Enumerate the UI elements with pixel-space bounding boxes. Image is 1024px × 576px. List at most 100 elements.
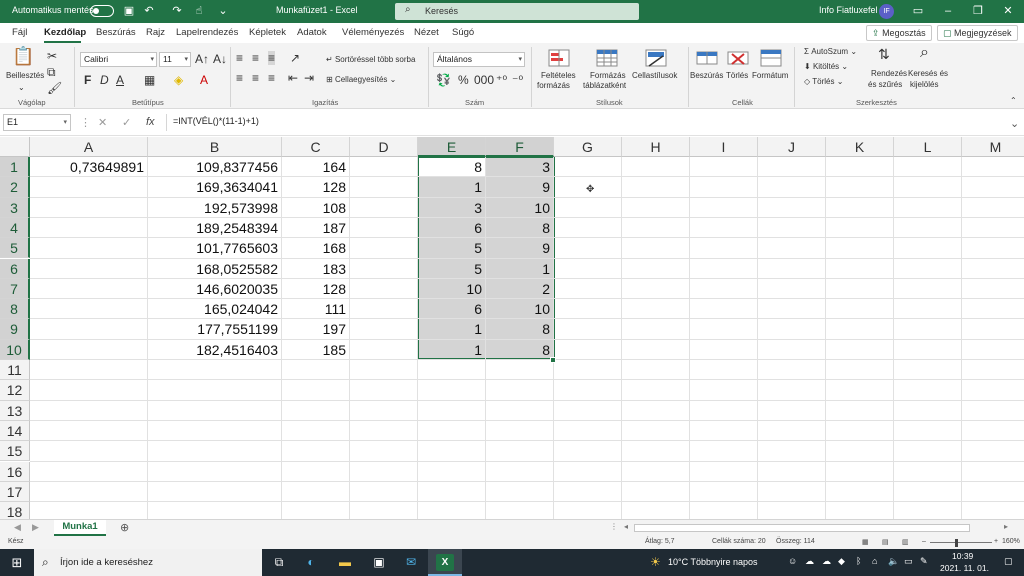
cell-f8[interactable]: 10	[486, 299, 554, 319]
column-header-a[interactable]: A	[30, 137, 148, 157]
tab-home[interactable]: Kezdőlap	[44, 27, 86, 38]
column-header-e[interactable]: E	[418, 137, 486, 157]
weather-text[interactable]: 10°C Többnyire napos	[668, 557, 758, 567]
cell-f2[interactable]: 9	[486, 177, 554, 197]
increase-font-icon[interactable]: A↑	[195, 52, 209, 66]
horizontal-scrollbar[interactable]	[634, 524, 970, 532]
clock-date[interactable]: 2021. 11. 01.	[940, 563, 989, 573]
spreadsheet-grid[interactable]: A B C D E F G H I J K L M 1 2 3 4 5 6 7 8 9 10 11 12 13 14 15 16 17 18…	[0, 137, 1024, 519]
find-select-icon[interactable]: ⌕	[920, 45, 929, 61]
column-header-i[interactable]: I	[690, 137, 758, 157]
autosum-button[interactable]: Σ AutoSzum ⌄	[804, 47, 857, 57]
touch-mode-icon[interactable]: ☝	[192, 4, 206, 18]
orientation-icon[interactable]: ↗	[290, 51, 300, 65]
fill-button[interactable]: ⬇ Kitöltés ⌄	[804, 62, 848, 72]
pen-icon[interactable]: ✎	[920, 556, 928, 567]
task-view-icon[interactable]: ⧉	[270, 554, 288, 571]
fill-handle[interactable]	[550, 357, 556, 363]
format-as-table-icon[interactable]	[596, 48, 618, 68]
zoom-in-icon[interactable]: +	[994, 538, 998, 545]
cell-f9[interactable]: 8	[486, 319, 554, 339]
network-icon[interactable]: ⌂	[872, 556, 877, 566]
align-center-icon[interactable]: ≡	[252, 71, 259, 85]
undo-icon[interactable]: ↶	[142, 4, 156, 18]
people-icon[interactable]: ☺	[788, 556, 797, 566]
paste-icon[interactable]: 📋	[12, 47, 34, 65]
cancel-icon[interactable]: ✕	[98, 116, 107, 129]
align-left-icon[interactable]: ≡	[236, 71, 243, 85]
column-header-b[interactable]: B	[148, 137, 282, 157]
redo-icon[interactable]: ↷	[170, 4, 184, 18]
sort-filter-label-2[interactable]: és szűrés	[868, 80, 902, 90]
cell-f6[interactable]: 1	[486, 259, 554, 279]
notifications-icon[interactable]: ▢	[1004, 556, 1013, 567]
collapse-ribbon-icon[interactable]: ⌃	[1010, 96, 1017, 106]
align-top-icon[interactable]: ≡	[236, 51, 243, 65]
status-average[interactable]: Átlag: 5,7	[645, 538, 675, 545]
cell-e10[interactable]: 1	[418, 340, 486, 360]
currency-icon[interactable]: 💱	[436, 73, 451, 87]
row-header-18[interactable]: 18	[0, 502, 30, 519]
save-icon[interactable]: ▣	[122, 4, 136, 18]
sheet-tab-munka1[interactable]: Munka1	[54, 520, 106, 536]
column-header-g[interactable]: G	[554, 137, 622, 157]
column-header-c[interactable]: C	[282, 137, 350, 157]
cut-icon[interactable]: ✂	[47, 49, 57, 63]
cell-e1[interactable]: 8	[418, 157, 486, 177]
cell-f4[interactable]: 8	[486, 218, 554, 238]
name-box[interactable]: E1 ▾	[3, 114, 71, 131]
cell-b3[interactable]: 192,573998	[148, 198, 282, 218]
format-as-table-label-1[interactable]: Formázás	[590, 71, 626, 81]
comments-button[interactable]: ▢ Megjegyzések	[937, 25, 1018, 41]
tab-view[interactable]: Nézet	[414, 27, 439, 38]
zoom-out-icon[interactable]: –	[922, 538, 926, 545]
clock-time[interactable]: 10:39	[952, 551, 973, 561]
row-header-8[interactable]: 8	[0, 299, 30, 320]
cell-f7[interactable]: 2	[486, 279, 554, 299]
ribbon-display-icon[interactable]: ▭	[910, 4, 926, 18]
align-bottom-icon[interactable]: ≡	[268, 51, 276, 65]
conditional-formatting-label-1[interactable]: Feltételes	[541, 71, 576, 81]
search-box[interactable]: ⌕ Keresés	[395, 3, 639, 20]
tab-formulas[interactable]: Képletek	[249, 27, 286, 38]
cell-b2[interactable]: 169,3634041	[148, 177, 282, 197]
cell-e2[interactable]: 1	[418, 177, 486, 197]
cell-styles-icon[interactable]	[645, 48, 667, 68]
add-sheet-icon[interactable]: ⊕	[120, 521, 129, 534]
cell-b10[interactable]: 182,4516403	[148, 340, 282, 360]
bold-button[interactable]: F	[84, 73, 91, 87]
cloud-sync-icon[interactable]: ☁	[822, 556, 831, 567]
excel-icon[interactable]: X	[436, 554, 454, 571]
fill-color-icon[interactable]: ◈	[174, 73, 183, 87]
row-header-2[interactable]: 2	[0, 177, 30, 198]
indent-icon[interactable]: ⇤	[288, 71, 298, 85]
formula-input[interactable]: =INT(VÉL()*(11-1)+1)	[166, 114, 1020, 131]
tab-draw[interactable]: Rajz	[146, 27, 165, 38]
zoom-slider-knob[interactable]	[955, 539, 958, 547]
status-sum[interactable]: Összeg: 114	[776, 538, 815, 545]
battery-icon[interactable]: ▭	[904, 556, 913, 567]
windows-start-icon[interactable]: ⊞	[8, 554, 26, 571]
find-select-label-1[interactable]: Keresés és	[908, 69, 948, 79]
row-header-9[interactable]: 9	[0, 319, 30, 340]
cell-c5[interactable]: 168	[282, 238, 350, 258]
tab-review[interactable]: Véleményezés	[342, 27, 404, 38]
taskbar-search[interactable]: ⌕ Írjon ide a kereséshez	[34, 549, 262, 576]
row-header-1[interactable]: 1	[0, 157, 30, 178]
format-as-table-label-2[interactable]: táblázatként	[583, 81, 626, 91]
format-painter-icon[interactable]: 🖌	[47, 81, 62, 95]
row-header-16[interactable]: 16	[0, 461, 30, 482]
minimize-icon[interactable]: –	[940, 4, 956, 18]
cell-b1[interactable]: 109,8377456	[148, 157, 282, 177]
enter-icon[interactable]: ✓	[122, 116, 131, 129]
cell-b4[interactable]: 189,2548394	[148, 218, 282, 238]
find-select-label-2[interactable]: kijelölés	[910, 80, 938, 90]
dropbox-icon[interactable]: ◆	[838, 556, 845, 567]
cell-c3[interactable]: 108	[282, 198, 350, 218]
select-all-corner[interactable]	[0, 137, 30, 157]
conditional-formatting-icon[interactable]	[548, 48, 570, 68]
tab-help[interactable]: Súgó	[452, 27, 474, 38]
column-header-j[interactable]: J	[758, 137, 826, 157]
cell-f5[interactable]: 9	[486, 238, 554, 258]
align-right-icon[interactable]: ≡	[268, 71, 275, 85]
